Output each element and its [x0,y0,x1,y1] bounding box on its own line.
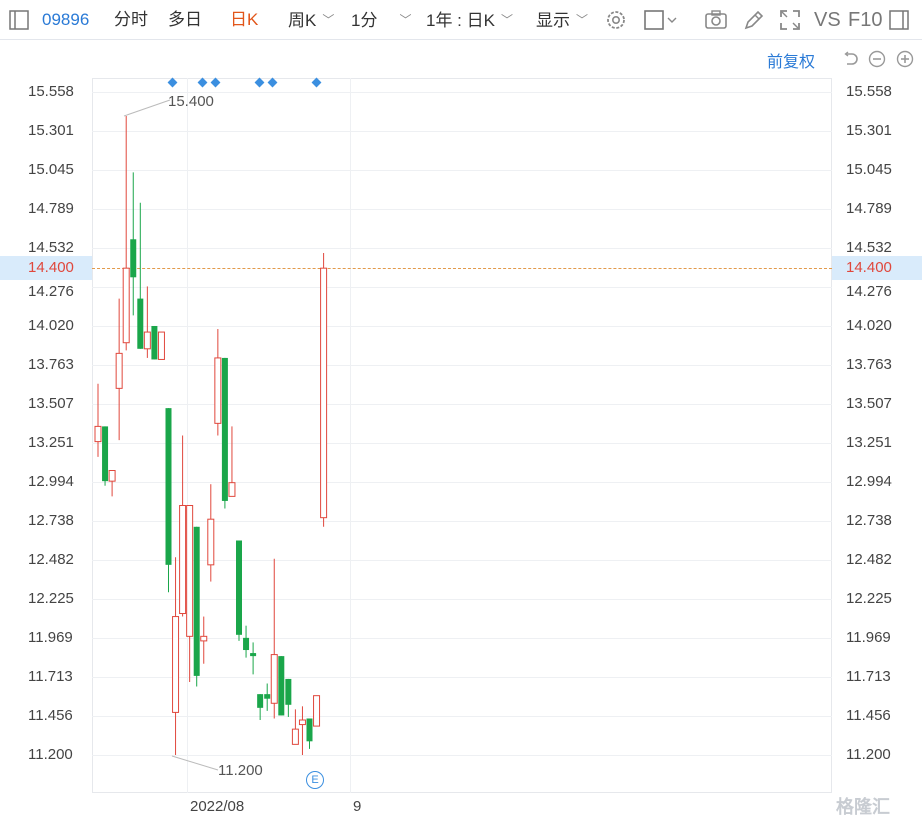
candle-down [285,678,292,705]
candle-up [186,505,194,637]
candle-up [207,518,215,566]
x-axis-label: 2022/08 [190,798,245,815]
candle-down [193,526,200,676]
candle-up [214,357,222,424]
candle-down [165,408,172,565]
low-price-annotation: 11.200 [218,762,263,779]
high-price-annotation: 15.400 [168,93,214,110]
candle-down [102,426,109,482]
candle-up [320,267,328,519]
candle-down [221,357,228,501]
candle-down [278,656,285,716]
candle-down [243,637,250,651]
high-annotation-leader [123,99,171,117]
candle-up [270,654,278,704]
candle-up [115,352,123,389]
candle-up [143,331,151,350]
candle-down [236,540,242,635]
low-annotation-leader [171,755,219,771]
candle-down [264,694,271,699]
candle-down [137,298,144,349]
candle-down [257,694,264,708]
candle-up [172,616,180,713]
candle-up [122,267,130,344]
candle-up [157,331,165,360]
candle-down [130,239,137,278]
candle-up [200,635,208,642]
candle-up [228,482,236,497]
candle-up [108,470,116,482]
candle-up [298,719,306,726]
candle-down [151,325,158,360]
candle-up [179,505,187,615]
candle-up [94,425,102,443]
candle-up [313,695,321,727]
candlestick-chart [94,99,328,771]
watermark-logo: 格隆汇 [836,797,890,817]
candle-up [291,728,299,745]
event-e-marker[interactable]: E [306,771,324,789]
candle-down [306,718,313,742]
x-axis-label: 9 [353,798,362,815]
candle-down [250,653,257,657]
